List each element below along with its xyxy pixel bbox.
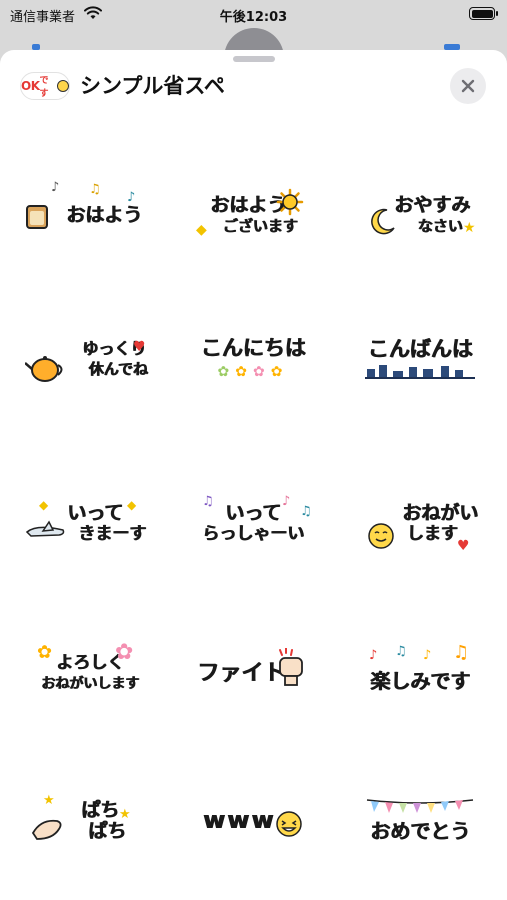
- sticker-text: おねがいします: [41, 676, 139, 692]
- heart-icon: ♥: [133, 339, 146, 355]
- sticker-text: ございます: [222, 217, 298, 235]
- pack-icon-suffix: です: [39, 76, 49, 99]
- sticker-konbanwa[interactable]: こんばんは: [345, 303, 495, 413]
- sun-icon: [276, 188, 304, 216]
- flower-icon: ✿: [217, 363, 236, 380]
- sticker-text: おねがい: [401, 502, 478, 524]
- sticker-oyasumi-nasai[interactable]: ★ おやすみ なさい: [345, 160, 495, 270]
- music-note-icon: ♪: [127, 190, 136, 205]
- airplane-icon: [25, 520, 65, 537]
- city-skyline-icon: [365, 364, 475, 379]
- music-note-icon: ♫: [89, 182, 101, 197]
- sticker-text: こんばんは: [367, 336, 473, 361]
- flower-icon: ✿: [253, 363, 271, 380]
- sticker-yukkuri-yasundene[interactable]: ♥ ゆっくり 休んでね: [15, 303, 165, 413]
- pack-title: シンプル省スペ: [80, 74, 225, 98]
- sticker-itterasshai[interactable]: ♫ ♪ ♫ いって らっしゃーい: [178, 468, 328, 578]
- music-note-icon: ♫: [300, 504, 312, 519]
- sticker-omedetou[interactable]: おめでとう: [345, 765, 495, 875]
- music-note-icon: ♪: [282, 494, 291, 509]
- sticker-yoroshiku-onegaishimasu[interactable]: ✿ ✿ よろしく おねがいします: [15, 618, 165, 728]
- sticker-text: 休んでね: [88, 360, 148, 378]
- sticker-text: おめでとう: [370, 818, 470, 843]
- sticker-text: ぱち: [80, 799, 119, 821]
- teapot-icon: [25, 356, 63, 382]
- sparkle-icon: ◆: [196, 222, 207, 238]
- sticker-text: きまーす: [78, 524, 146, 544]
- sticker-tanoshimidesu[interactable]: ♪ ♫ ♪ ♫ 楽しみです: [345, 618, 495, 728]
- battery-icon: [469, 7, 498, 20]
- heart-icon: ♥: [457, 538, 470, 554]
- sticker-text: いって: [66, 502, 124, 524]
- sheet-grabber[interactable]: [233, 56, 275, 62]
- sticker-www[interactable]: www: [178, 765, 328, 875]
- pack-icon-text: OK: [21, 79, 40, 93]
- flower-icon: ✿: [235, 363, 253, 380]
- sticker-ohayou-gozaimasu[interactable]: ◆ おはよう ございます: [178, 160, 328, 270]
- bunting-flags-icon: [366, 798, 474, 813]
- sticker-text: 楽しみです: [370, 668, 470, 693]
- sticker-ohayou[interactable]: ♪ ♫ ♪ おはよう: [15, 160, 165, 270]
- star-icon: ★: [43, 793, 55, 808]
- close-icon: [461, 79, 475, 93]
- star-icon: ★: [463, 220, 476, 236]
- music-note-icon: ♫: [202, 494, 214, 509]
- close-button[interactable]: [450, 68, 486, 104]
- sticker-konnichiwa[interactable]: こんにちは ✿✿✿✿: [178, 303, 328, 413]
- sticker-text: いって: [224, 502, 282, 524]
- clapping-hands-icon: [31, 819, 62, 840]
- sticker-text: らっしゃーい: [202, 524, 304, 544]
- moon-icon: [371, 208, 395, 235]
- status-bar: 通信事業者 午後12:03: [0, 0, 507, 30]
- sticker-text: おやすみ: [393, 194, 470, 216]
- sticker-text: www: [202, 805, 276, 834]
- sticker-pachipachi[interactable]: ★ ★ ぱち ぱち: [15, 765, 165, 875]
- flower-icon: ✿: [270, 363, 289, 380]
- sticker-text: よろしく: [56, 653, 124, 673]
- laughing-face-icon: [276, 811, 302, 837]
- sticker-sheet: OK です シンプル省スペ ♪ ♫ ♪ おはよう ◆ おはよう ございます ★ …: [0, 50, 507, 900]
- sticker-text: ファイト: [196, 660, 285, 686]
- sticker-faito[interactable]: ファイト: [178, 618, 328, 728]
- sticker-onegaishimasu[interactable]: ♥ おねがい します: [345, 468, 495, 578]
- sticker-text: おはよう: [65, 203, 142, 226]
- sticker-text: します: [406, 524, 458, 544]
- music-note-icon: ♪: [51, 180, 60, 195]
- sparkle-icon: ◆: [39, 498, 49, 512]
- music-note-icon: ♪: [423, 648, 432, 663]
- music-note-icon: ♪: [369, 648, 378, 663]
- music-note-icon: ♫: [395, 644, 407, 659]
- flower-row: ✿✿✿✿: [218, 364, 289, 380]
- status-time: 午後12:03: [219, 10, 288, 25]
- sticker-text: おはよう: [209, 194, 286, 216]
- flower-icon: ✿: [37, 642, 53, 663]
- sticker-text: なさい: [417, 217, 463, 235]
- smiley-icon: [368, 523, 394, 549]
- star-icon: ★: [119, 807, 131, 822]
- toast-icon: [26, 205, 48, 229]
- music-note-icon: ♫: [453, 642, 470, 663]
- flower-icon: ✿: [115, 640, 134, 665]
- sticker-pack-icon: OK です: [20, 72, 70, 100]
- sticker-text: ぱち: [87, 820, 126, 842]
- smiley-icon: [57, 80, 69, 92]
- sticker-text: こんにちは: [200, 335, 306, 360]
- sparkle-icon: ◆: [127, 498, 137, 512]
- sticker-ittekimasu[interactable]: ◆ ◆ いって きまーす: [15, 468, 165, 578]
- fist-icon: [279, 648, 303, 686]
